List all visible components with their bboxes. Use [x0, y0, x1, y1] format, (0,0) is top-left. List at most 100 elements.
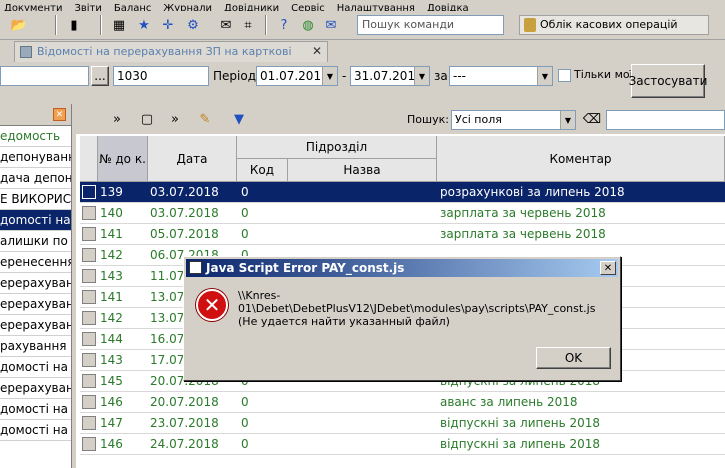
dialog-title-bar[interactable]: Java Script Error PAY_const.js ✕ — [186, 259, 618, 277]
date-to-value: 31.07.2018 — [354, 69, 423, 83]
toolbar-separator — [265, 15, 267, 35]
row-selector[interactable] — [82, 227, 96, 241]
binoculars-icon[interactable]: ⌗ — [237, 15, 259, 35]
tab-salary-transfer[interactable]: Відомості на перерахування ЗП на картков… — [14, 41, 328, 71]
menu-item[interactable]: Довідка — [427, 3, 469, 11]
period-dash: - — [342, 69, 347, 83]
mail-icon[interactable]: ✉ — [215, 15, 237, 35]
menu-item[interactable]: Баланс — [114, 3, 152, 11]
row-selector[interactable] — [82, 416, 96, 430]
cell-num: 140 — [100, 206, 123, 220]
eraser-icon[interactable]: ⌫ — [581, 109, 603, 129]
row-selector[interactable] — [82, 206, 96, 220]
menu-item[interactable]: Довідники — [224, 3, 279, 11]
cell-num: 147 — [100, 416, 123, 430]
table-row[interactable]: 141 05.07.2018 0 зарплата за червень 2018 — [80, 224, 725, 245]
globe-icon[interactable]: ◍ — [297, 15, 319, 35]
row-selector[interactable] — [82, 332, 96, 346]
table-row[interactable]: 147 23.07.2018 0 відпускні за липень 2018 — [80, 413, 725, 434]
col-header-date[interactable]: Дата — [148, 136, 237, 182]
cell-code: 0 — [241, 185, 249, 199]
row-selector[interactable] — [82, 269, 96, 283]
cell-num: 143 — [100, 269, 123, 283]
list-item[interactable]: ерерахування г — [0, 378, 71, 399]
chevron-down-icon[interactable]: ▼ — [322, 67, 337, 85]
row-selector[interactable] — [82, 353, 96, 367]
move-icon[interactable]: ✛ — [157, 15, 179, 35]
double-chevron-right-icon[interactable]: » — [106, 109, 128, 129]
row-selector[interactable] — [82, 290, 96, 304]
new-document-icon[interactable]: ▢ — [136, 109, 158, 129]
dialog-message: \\Knres-01\Debet\DebetPlusV12\JDebet\mod… — [238, 289, 613, 328]
browse-button[interactable]: ... — [91, 66, 109, 86]
toolbar-separator — [100, 15, 102, 35]
star-icon[interactable]: ★ — [133, 15, 155, 35]
module-selector[interactable]: Облік касових операцій — [519, 15, 709, 35]
row-selector[interactable] — [82, 395, 96, 409]
menu-item[interactable]: Звіти — [74, 3, 101, 11]
table-row[interactable]: 140 03.07.2018 0 зарплата за червень 2018 — [80, 203, 725, 224]
code-field[interactable]: 1030 — [113, 66, 209, 86]
search-field-select[interactable]: Усі поля ▼ — [451, 110, 576, 130]
apply-button[interactable]: Застосувати — [629, 64, 707, 98]
list-item[interactable]: едомость — [0, 126, 71, 147]
table-row[interactable]: 146 24.07.2018 0 відпускні за липень 2018 — [80, 434, 725, 455]
row-selector[interactable] — [82, 374, 96, 388]
col-header-code[interactable]: Код — [237, 159, 288, 182]
cell-num: 141 — [100, 290, 123, 304]
list-item[interactable]: домості на п — [0, 420, 71, 441]
org-field[interactable] — [0, 66, 89, 86]
list-item[interactable]: депонування — [0, 147, 71, 168]
list-item[interactable]: ерерахування — [0, 315, 71, 336]
double-chevron-right-icon[interactable]: » — [164, 109, 186, 129]
date-from-field[interactable]: 01.07.2018 ▼ — [256, 66, 338, 86]
close-panel-icon[interactable]: ✕ — [53, 108, 66, 121]
menu-item[interactable]: Сервіс — [291, 3, 325, 11]
grid-icon[interactable]: ▦ — [108, 15, 130, 35]
chevron-down-icon[interactable]: ▼ — [560, 111, 575, 129]
date-to-field[interactable]: 31.07.2018 ▼ — [350, 66, 430, 86]
list-item[interactable]: ерерахування — [0, 294, 71, 315]
ok-button[interactable]: OK — [536, 347, 611, 369]
close-icon[interactable]: ✕ — [600, 261, 616, 275]
list-item[interactable]: дача депон — [0, 168, 71, 189]
list-item[interactable]: рахування — [0, 336, 71, 357]
list-item[interactable]: домості на п — [0, 357, 71, 378]
row-selector[interactable] — [82, 185, 96, 199]
cell-num: 146 — [100, 437, 123, 451]
help-icon[interactable]: ? — [273, 15, 295, 35]
row-selector[interactable] — [82, 248, 96, 262]
row-selector[interactable] — [82, 437, 96, 451]
close-icon[interactable]: ✕ — [312, 44, 322, 58]
col-header-name[interactable]: Назва — [288, 159, 437, 182]
message-icon[interactable]: ✉ — [320, 15, 342, 35]
table-row[interactable]: 139 03.07.2018 0 розрахункові за липень 201… — [80, 182, 725, 203]
folder-open-icon[interactable]: 📂 — [8, 15, 30, 35]
wand-icon[interactable]: ✎ — [194, 109, 216, 129]
only-mine-checkbox[interactable] — [558, 69, 571, 82]
gear-icon[interactable]: ⚙ — [182, 15, 204, 35]
date-from-value: 01.07.2018 — [260, 69, 329, 83]
search-input[interactable] — [606, 110, 725, 130]
list-item[interactable]: алишки по за — [0, 231, 71, 252]
filter-icon[interactable]: ▼ — [228, 109, 250, 129]
table-row[interactable]: 146 20.07.2018 0 аванс за липень 2018 — [80, 392, 725, 413]
cell-num: 142 — [100, 311, 123, 325]
menu-item[interactable]: Журнали — [163, 3, 212, 11]
menu-item[interactable]: Налаштування — [337, 3, 415, 11]
list-item[interactable]: Е ВИКОРИСТ — [0, 189, 71, 210]
list-item[interactable]: дomості на п — [0, 210, 71, 231]
list-item[interactable]: еренесення — [0, 252, 71, 273]
cell-code: 0 — [241, 437, 249, 451]
list-item[interactable]: ерерахування — [0, 273, 71, 294]
command-search-input[interactable]: Пошук команди — [357, 15, 504, 35]
menu-item[interactable]: Документи — [4, 3, 62, 11]
chevron-down-icon[interactable]: ▼ — [537, 67, 552, 85]
period-type-select[interactable]: --- ▼ — [449, 66, 553, 86]
chart-icon[interactable]: ▮ — [63, 15, 85, 35]
chevron-down-icon[interactable]: ▼ — [414, 67, 429, 85]
list-item[interactable]: домості на п — [0, 399, 71, 420]
col-header-comment[interactable]: Коментар — [437, 136, 725, 182]
row-selector[interactable] — [82, 311, 96, 325]
col-header-num[interactable]: № до к. — [98, 136, 148, 182]
